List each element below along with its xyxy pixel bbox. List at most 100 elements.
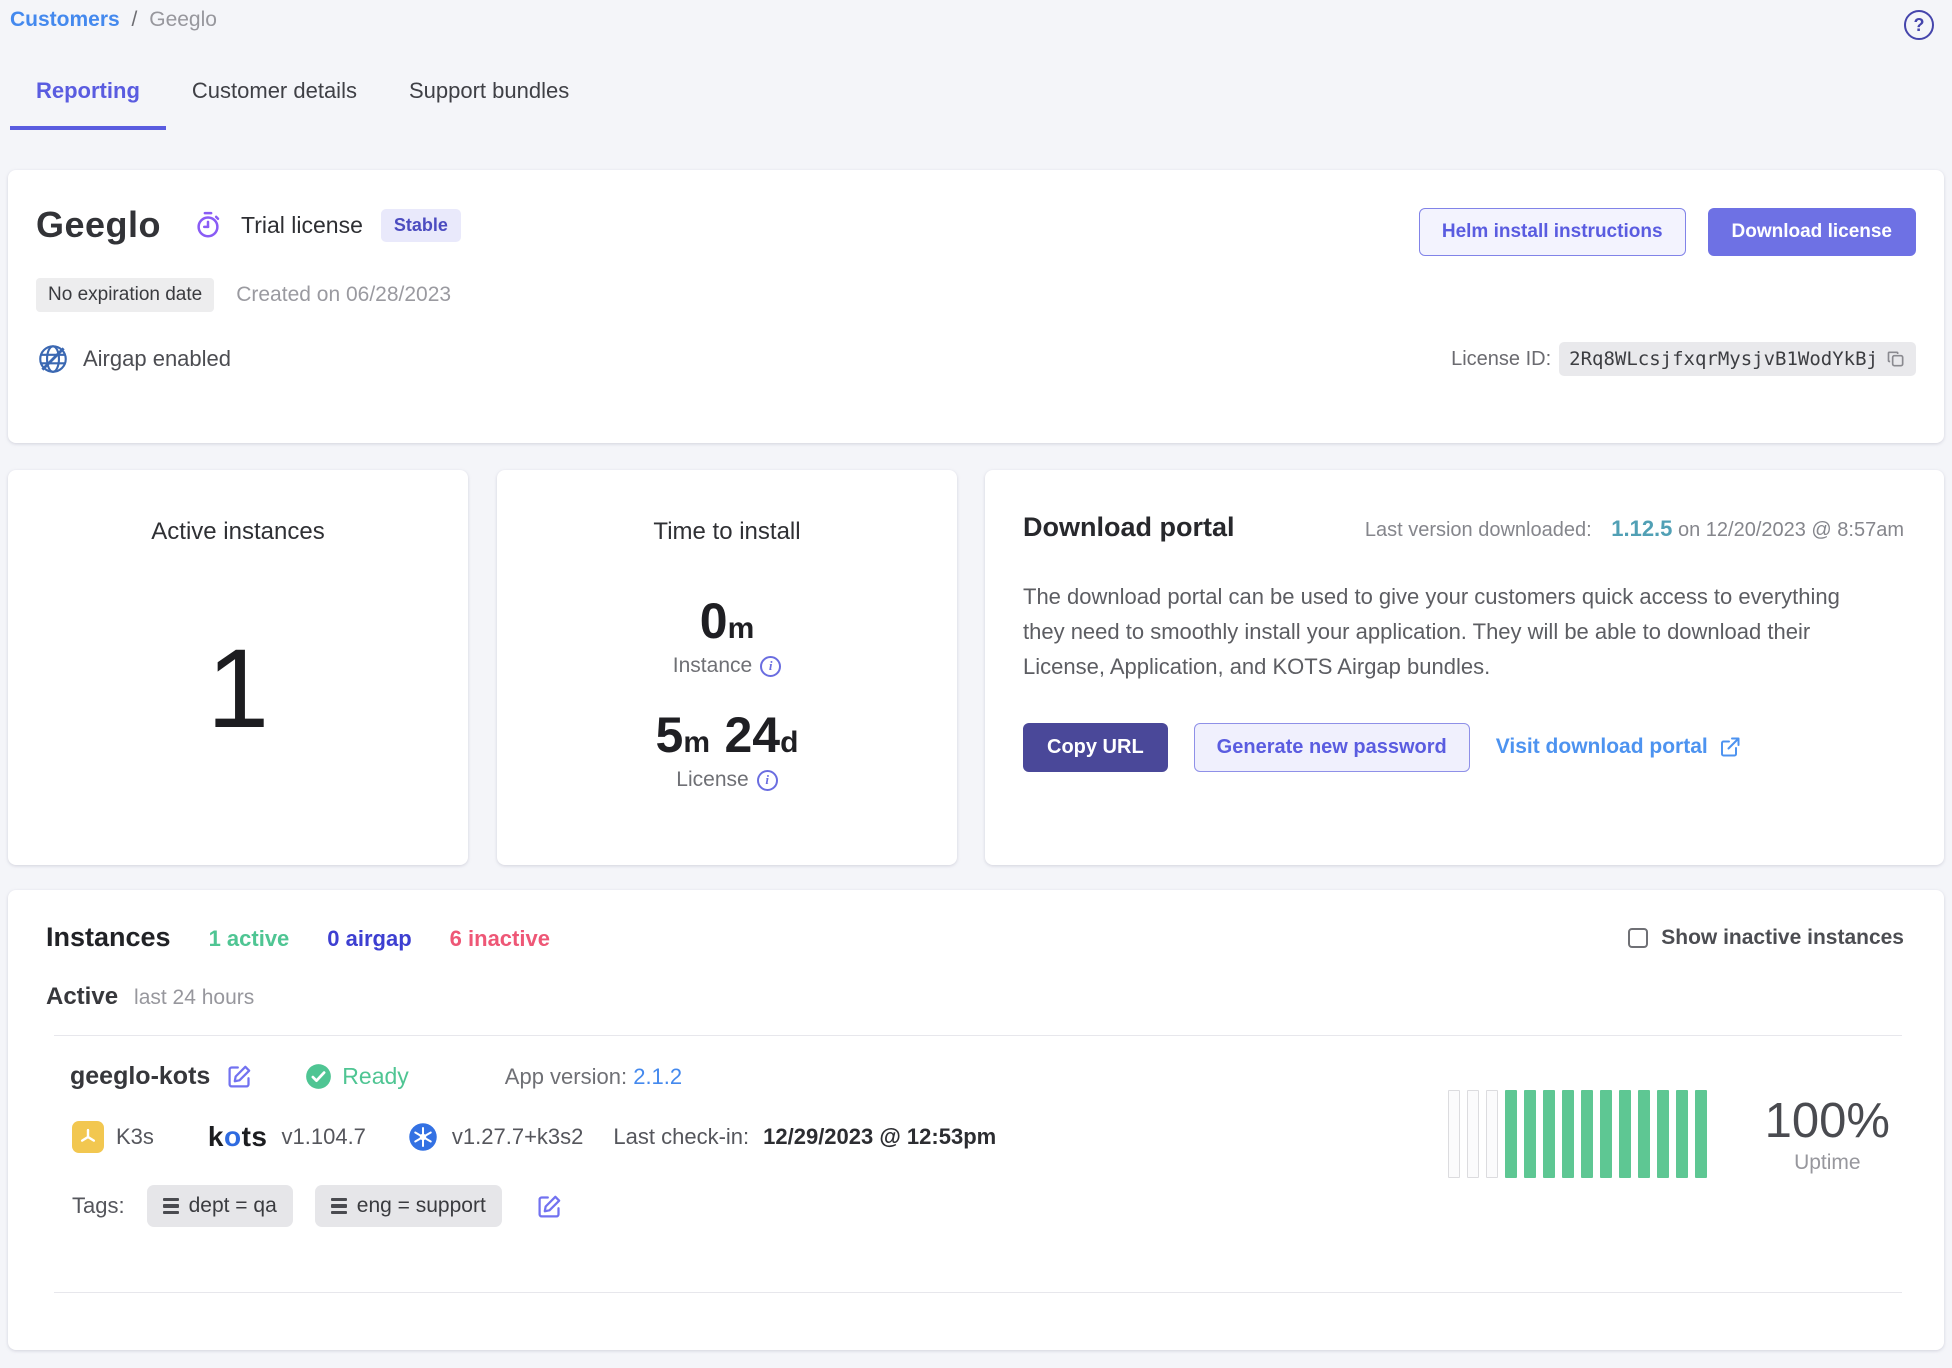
trial-timer-icon [193, 210, 223, 240]
airgap-globe-icon [36, 342, 70, 376]
tag-label: dept = qa [189, 1194, 277, 1218]
breadcrumb-customers-link[interactable]: Customers [10, 8, 120, 31]
airgap-count[interactable]: 0 airgap [327, 926, 411, 952]
kots-logo-o: o [224, 1121, 242, 1152]
instance-info-icon[interactable]: i [760, 656, 781, 677]
time-to-install-title: Time to install [497, 518, 957, 546]
uptime-bar-up [1562, 1090, 1574, 1178]
active-count[interactable]: 1 active [209, 926, 290, 952]
download-license-button[interactable]: Download license [1708, 208, 1916, 256]
uptime-bars [1448, 1090, 1707, 1178]
tab-support-bundles[interactable]: Support bundles [383, 78, 595, 130]
license-time-label: License [676, 768, 748, 792]
download-portal-card: Download portal Last version downloaded:… [985, 470, 1944, 865]
uptime-bar-empty [1486, 1090, 1498, 1178]
edit-tags-icon[interactable] [536, 1193, 563, 1220]
instance-row: geeglo-kots Ready App version: 2.1.2 [46, 1062, 1904, 1262]
license-id-label: License ID: [1451, 348, 1551, 371]
license-card: Geeglo Trial license Stable Helm install… [8, 170, 1944, 443]
external-link-icon [1718, 735, 1742, 759]
ready-check-icon [305, 1063, 332, 1090]
download-portal-title: Download portal [1023, 512, 1235, 543]
generate-new-password-button[interactable]: Generate new password [1194, 723, 1470, 772]
airgap-status: Airgap enabled [36, 342, 231, 376]
kots-version: v1.104.7 [282, 1124, 366, 1150]
airgap-label: Airgap enabled [83, 346, 231, 372]
edit-instance-name-icon[interactable] [226, 1063, 253, 1090]
tag-pill-eng[interactable]: eng = support [315, 1185, 502, 1227]
license-info-icon[interactable]: i [757, 770, 778, 791]
download-portal-description: The download portal can be used to give … [1023, 579, 1883, 685]
distribution-label: K3s [116, 1124, 154, 1150]
active-group-subtitle: last 24 hours [134, 986, 254, 1010]
uptime-value: 100% [1765, 1093, 1890, 1149]
uptime-label: Uptime [1765, 1151, 1890, 1175]
uptime-bar-up [1581, 1090, 1593, 1178]
active-instances-card: Active instances 1 [8, 470, 468, 865]
license-id-pill: 2Rq8WLcsjfxqrMysjvB1WodYkBj [1559, 342, 1916, 376]
app-version: App version: 2.1.2 [505, 1064, 682, 1090]
app-version-link[interactable]: 2.1.2 [633, 1064, 682, 1089]
show-inactive-label: Show inactive instances [1661, 926, 1904, 950]
last-version-link[interactable]: 1.12.5 [1611, 516, 1672, 541]
last-checkin-value: 12/29/2023 @ 12:53pm [763, 1124, 996, 1150]
top-bar: Customers / Geeglo ? [10, 8, 1934, 40]
visit-download-portal-link[interactable]: Visit download portal [1496, 735, 1742, 759]
license-time-value-2: 24 [725, 707, 781, 763]
customer-name: Geeglo [36, 204, 161, 246]
tab-customer-details[interactable]: Customer details [166, 78, 383, 130]
instance-name: geeglo-kots [70, 1062, 210, 1091]
uptime-bar-up [1695, 1090, 1707, 1178]
instance-time-label-row: Instance i [497, 654, 957, 678]
copy-url-button[interactable]: Copy URL [1023, 723, 1168, 772]
instances-title: Instances [46, 922, 171, 953]
channel-badge: Stable [381, 209, 461, 242]
instance-time-label: Instance [673, 654, 752, 678]
uptime-bar-empty [1467, 1090, 1479, 1178]
uptime-bar-up [1505, 1090, 1517, 1178]
helm-install-instructions-button[interactable]: Helm install instructions [1419, 208, 1686, 256]
inactive-count[interactable]: 6 inactive [450, 926, 550, 952]
kots-logo: kots [208, 1121, 268, 1153]
k8s-version: v1.27.7+k3s2 [452, 1124, 583, 1150]
last-version-downloaded: Last version downloaded: 1.12.5 on 12/20… [1365, 516, 1904, 542]
divider [54, 1292, 1902, 1293]
copy-license-id-icon[interactable] [1886, 349, 1906, 369]
active-instances-value: 1 [8, 624, 468, 753]
license-type-label: Trial license [241, 212, 363, 239]
license-id-group: License ID: 2Rq8WLcsjfxqrMysjvB1WodYkBj [1451, 342, 1916, 376]
uptime-bar-up [1657, 1090, 1669, 1178]
show-inactive-checkbox[interactable] [1628, 928, 1648, 948]
uptime-bar-up [1524, 1090, 1536, 1178]
license-time-label-row: License i [497, 768, 957, 792]
active-group-title: Active [46, 983, 118, 1011]
instance-time-unit: m [728, 612, 755, 645]
show-inactive-instances-toggle[interactable]: Show inactive instances [1628, 926, 1904, 950]
uptime-meta: 100% Uptime [1765, 1093, 1890, 1175]
breadcrumb: Customers / Geeglo [10, 8, 217, 32]
uptime-bar-empty [1448, 1090, 1460, 1178]
created-date-label: Created on 06/28/2023 [236, 283, 451, 307]
uptime-bar-up [1600, 1090, 1612, 1178]
license-time-unit-2: d [780, 726, 798, 759]
app-version-label: App version: [505, 1064, 627, 1089]
uptime-bar-up [1638, 1090, 1650, 1178]
uptime-bar-up [1619, 1090, 1631, 1178]
uptime-bar-up [1676, 1090, 1688, 1178]
license-time-unit-1: m [683, 726, 710, 759]
active-instances-title: Active instances [8, 518, 468, 546]
visit-download-portal-label: Visit download portal [1496, 735, 1708, 759]
help-icon[interactable]: ? [1904, 10, 1934, 40]
tag-icon [331, 1198, 347, 1215]
uptime-block: 100% Uptime [1448, 1090, 1890, 1178]
breadcrumb-current: Geeglo [149, 8, 217, 31]
license-id-value: 2Rq8WLcsjfxqrMysjvB1WodYkBj [1569, 348, 1878, 370]
tab-reporting[interactable]: Reporting [10, 78, 166, 130]
kots-logo-k: k [208, 1121, 224, 1152]
tag-pill-dept[interactable]: dept = qa [147, 1185, 293, 1227]
license-install-time: 5m 24d [497, 706, 957, 764]
kots-logo-ts: ts [242, 1121, 268, 1152]
tags-label: Tags: [72, 1193, 125, 1219]
license-time-value-1: 5 [656, 707, 684, 763]
tag-icon [163, 1198, 179, 1215]
